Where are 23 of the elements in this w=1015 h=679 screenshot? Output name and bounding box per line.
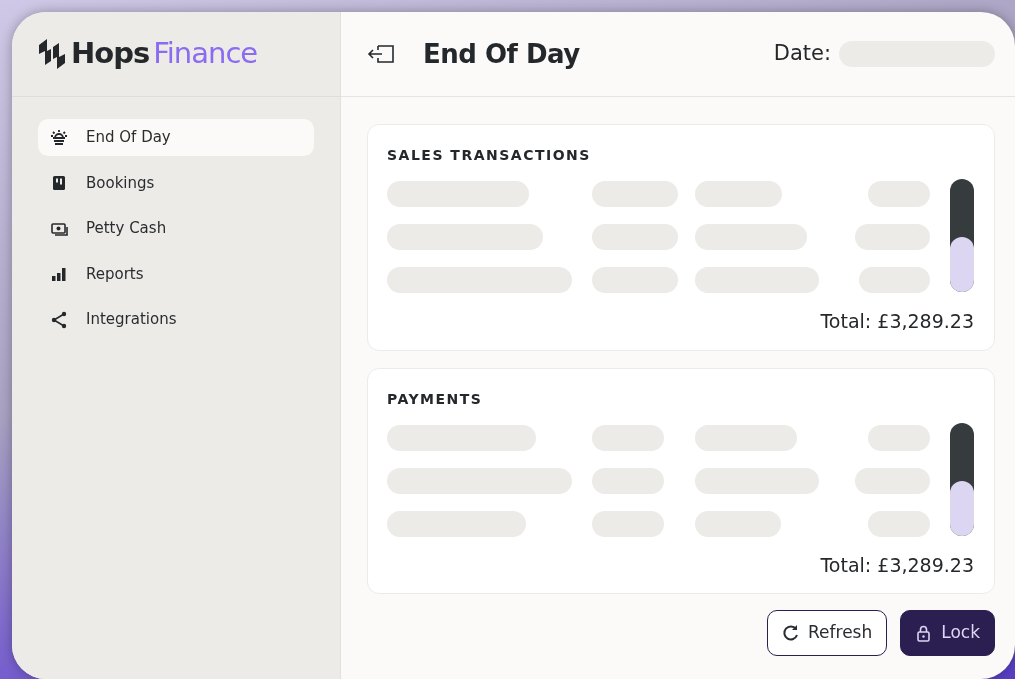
section-title: PAYMENTS <box>387 389 484 409</box>
sidebar-item[interactable]: Bookings <box>38 164 314 202</box>
exit-button[interactable] <box>367 42 397 66</box>
brand-name: Hops <box>71 35 150 73</box>
sidebar-item[interactable]: Reports <box>38 255 314 293</box>
sidebar-item[interactable]: Integrations <box>38 301 314 338</box>
sidebar-item[interactable]: End Of Day <box>38 119 314 156</box>
refresh-button[interactable]: Refresh <box>767 610 888 656</box>
brand-suffix: Finance <box>153 35 258 73</box>
sidebar-item[interactable]: Petty Cash <box>38 210 314 247</box>
lock-button[interactable]: Lock <box>900 610 995 656</box>
section-title: SALES TRANSACTIONS <box>387 146 592 165</box>
refresh-icon <box>782 624 801 642</box>
sunrise-icon <box>50 128 68 147</box>
total-amount: Total: £3,289.23 <box>819 552 974 578</box>
date-label: Date: <box>773 40 831 68</box>
total-amount: Total: £3,289.23 <box>819 309 974 334</box>
logo-icon <box>37 37 67 71</box>
page-title: End Of Day <box>423 37 580 71</box>
exit-icon <box>367 42 397 66</box>
bar-chart-icon <box>50 265 68 283</box>
booking-icon <box>50 174 68 192</box>
share-icon <box>50 310 68 329</box>
